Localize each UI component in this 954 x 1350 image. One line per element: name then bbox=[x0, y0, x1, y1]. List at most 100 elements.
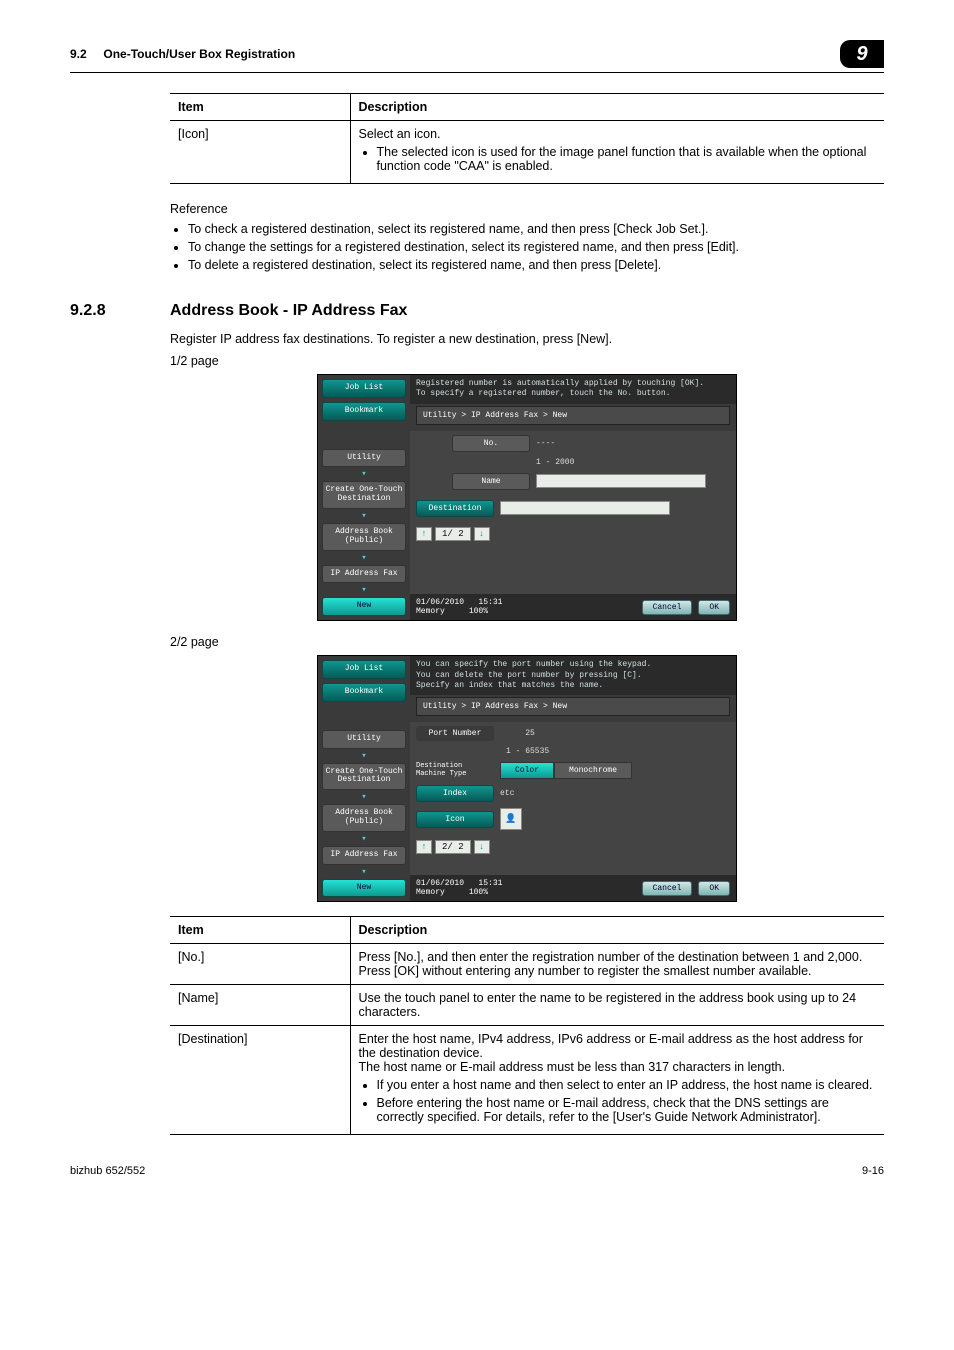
section-title: Address Book - IP Address Fax bbox=[170, 302, 407, 320]
reference-list: To check a registered destination, selec… bbox=[170, 222, 884, 272]
pager: ↑ 2/ 2 ↓ bbox=[416, 840, 730, 854]
reference-bullet: To delete a registered destination, sele… bbox=[188, 258, 884, 272]
instruction-text: Registered number is automatically appli… bbox=[410, 375, 736, 404]
icon-button[interactable]: Icon bbox=[416, 811, 494, 828]
cell-desc: Enter the host name, IPv4 address, IPv6 … bbox=[350, 1026, 884, 1135]
page-up-button[interactable]: ↑ bbox=[416, 527, 432, 541]
chevron-down-icon: ▾ bbox=[322, 834, 406, 844]
field-description-table: Item Description [No.] Press [No.], and … bbox=[170, 916, 884, 1135]
desc-bullet: If you enter a host name and then select… bbox=[377, 1078, 877, 1092]
reference-bullet: To change the settings for a registered … bbox=[188, 240, 884, 254]
utility-crumb[interactable]: Utility bbox=[322, 730, 406, 749]
name-input[interactable] bbox=[536, 474, 706, 488]
bookmark-button[interactable]: Bookmark bbox=[322, 683, 406, 702]
pager: ↑ 1/ 2 ↓ bbox=[416, 527, 730, 541]
index-value: etc bbox=[500, 789, 514, 798]
footer-right: 9-16 bbox=[862, 1165, 884, 1177]
person-icon: 👤 bbox=[500, 808, 522, 830]
cell-item: [Destination] bbox=[170, 1026, 350, 1135]
machine-type-label: Destination Machine Type bbox=[416, 763, 494, 778]
cell-item: [No.] bbox=[170, 944, 350, 985]
th-item: Item bbox=[170, 917, 350, 944]
th-desc: Description bbox=[350, 917, 884, 944]
table-row: [Destination] Enter the host name, IPv4 … bbox=[170, 1026, 884, 1135]
section-heading: 9.2.8 Address Book - IP Address Fax bbox=[70, 302, 884, 320]
job-list-button[interactable]: Job List bbox=[322, 660, 406, 679]
ok-button[interactable]: OK bbox=[698, 600, 730, 615]
page-indicator: 2/ 2 bbox=[435, 840, 471, 854]
screenshot-2: Job List Bookmark Utility ▾ Create One-T… bbox=[317, 655, 737, 902]
utility-crumb[interactable]: Utility bbox=[322, 449, 406, 468]
intro-text: Register IP address fax destinations. To… bbox=[170, 332, 884, 346]
desc-line: Select an icon. bbox=[359, 127, 877, 141]
address-book-crumb[interactable]: Address Book (Public) bbox=[322, 523, 406, 551]
cancel-button[interactable]: Cancel bbox=[642, 600, 693, 615]
th-desc: Description bbox=[350, 94, 884, 121]
cell-desc: Select an icon. The selected icon is use… bbox=[350, 121, 884, 184]
breadcrumb: Utility > IP Address Fax > New bbox=[416, 697, 730, 716]
chevron-down-icon: ▾ bbox=[322, 585, 406, 595]
chevron-down-icon: ▾ bbox=[322, 511, 406, 521]
table-row: [Icon] Select an icon. The selected icon… bbox=[170, 121, 884, 184]
desc-line: The host name or E-mail address must be … bbox=[359, 1060, 877, 1074]
cell-desc: Press [No.], and then enter the registra… bbox=[350, 944, 884, 985]
new-button[interactable]: New bbox=[322, 597, 406, 616]
instruction-text: You can specify the port number using th… bbox=[410, 656, 736, 695]
page-indicator: 1/ 2 bbox=[435, 527, 471, 541]
ip-address-fax-crumb[interactable]: IP Address Fax bbox=[322, 846, 406, 865]
desc-line: Enter the host name, IPv4 address, IPv6 … bbox=[359, 1032, 877, 1060]
no-label: No. bbox=[452, 435, 530, 452]
ip-address-fax-crumb[interactable]: IP Address Fax bbox=[322, 565, 406, 584]
page-down-button[interactable]: ↓ bbox=[474, 527, 490, 541]
color-option[interactable]: Color bbox=[500, 762, 554, 779]
table-row: [Name] Use the touch panel to enter the … bbox=[170, 985, 884, 1026]
create-destination-crumb[interactable]: Create One-Touch Destination bbox=[322, 763, 406, 791]
chevron-down-icon: ▾ bbox=[322, 751, 406, 761]
destination-button[interactable]: Destination bbox=[416, 500, 494, 517]
section-number: 9.2.8 bbox=[70, 302, 170, 320]
running-header: 9.2 One-Touch/User Box Registration bbox=[70, 47, 295, 61]
reference-bullet: To check a registered destination, selec… bbox=[188, 222, 884, 236]
chevron-down-icon: ▾ bbox=[322, 867, 406, 877]
index-button[interactable]: Index bbox=[416, 785, 494, 802]
job-list-button[interactable]: Job List bbox=[322, 379, 406, 398]
cell-item: [Icon] bbox=[170, 121, 350, 184]
chevron-down-icon: ▾ bbox=[322, 553, 406, 563]
address-book-crumb[interactable]: Address Book (Public) bbox=[322, 804, 406, 832]
monochrome-option[interactable]: Monochrome bbox=[554, 762, 632, 779]
header-section-title: One-Touch/User Box Registration bbox=[103, 47, 295, 61]
machine-type-segment: Color Monochrome bbox=[500, 762, 632, 779]
reference-label: Reference bbox=[170, 202, 884, 216]
table-row: [No.] Press [No.], and then enter the re… bbox=[170, 944, 884, 985]
port-value: 25 bbox=[500, 729, 560, 738]
desc-bullet: The selected icon is used for the image … bbox=[377, 145, 877, 173]
destination-input[interactable] bbox=[500, 501, 670, 515]
page-up-button[interactable]: ↑ bbox=[416, 840, 432, 854]
footer-left: bizhub 652/552 bbox=[70, 1165, 145, 1177]
chevron-down-icon: ▾ bbox=[322, 469, 406, 479]
ok-button[interactable]: OK bbox=[698, 881, 730, 896]
create-destination-crumb[interactable]: Create One-Touch Destination bbox=[322, 481, 406, 509]
no-range: 1 - 2000 bbox=[536, 458, 574, 467]
new-button[interactable]: New bbox=[322, 879, 406, 898]
bookmark-button[interactable]: Bookmark bbox=[322, 402, 406, 421]
screenshot-1: Job List Bookmark Utility ▾ Create One-T… bbox=[317, 374, 737, 621]
th-item: Item bbox=[170, 94, 350, 121]
name-label: Name bbox=[452, 473, 530, 490]
port-range: 1 - 65535 bbox=[506, 747, 549, 756]
page-down-button[interactable]: ↓ bbox=[474, 840, 490, 854]
page-1-label: 1/2 page bbox=[170, 354, 884, 368]
footer-status: 01/06/2010 15:31 Memory 100% bbox=[416, 598, 502, 616]
header-section-no: 9.2 bbox=[70, 47, 87, 61]
page-2-label: 2/2 page bbox=[170, 635, 884, 649]
breadcrumb: Utility > IP Address Fax > New bbox=[416, 406, 730, 425]
chapter-chip: 9 bbox=[840, 40, 884, 68]
chevron-down-icon: ▾ bbox=[322, 792, 406, 802]
cancel-button[interactable]: Cancel bbox=[642, 881, 693, 896]
cell-desc: Use the touch panel to enter the name to… bbox=[350, 985, 884, 1026]
no-value: ---- bbox=[536, 439, 555, 448]
icon-item-table: Item Description [Icon] Select an icon. … bbox=[170, 93, 884, 184]
desc-bullet: Before entering the host name or E-mail … bbox=[377, 1096, 877, 1124]
footer-status: 01/06/2010 15:31 Memory 100% bbox=[416, 879, 502, 897]
cell-item: [Name] bbox=[170, 985, 350, 1026]
